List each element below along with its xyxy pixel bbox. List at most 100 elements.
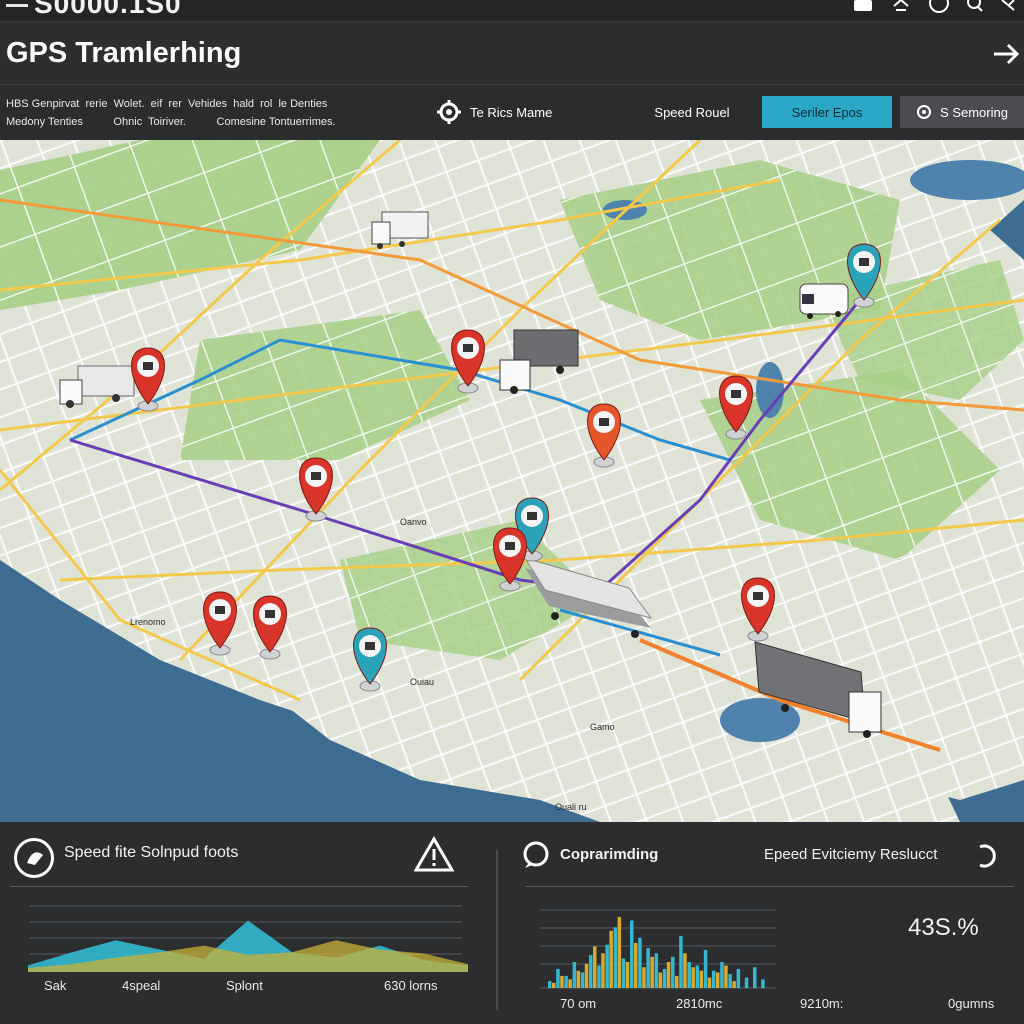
scan-button[interactable]: S Semoring bbox=[900, 96, 1024, 128]
bar-mark bbox=[712, 970, 716, 988]
speed-label: Speed Rouel bbox=[654, 104, 730, 120]
bar-mark bbox=[634, 942, 638, 988]
target-icon bbox=[917, 105, 932, 119]
top-icon-group bbox=[852, 0, 1018, 14]
x-tick-label: 4speal bbox=[122, 978, 161, 993]
panel-divider bbox=[526, 886, 1014, 887]
settings-icon[interactable] bbox=[890, 0, 912, 14]
eye-icon bbox=[527, 512, 537, 520]
bar-mark bbox=[687, 962, 691, 988]
x-tick-label: 9210m: bbox=[800, 996, 844, 1011]
compass-icon[interactable] bbox=[928, 0, 950, 14]
rules-button[interactable]: Te Rics Mame bbox=[436, 96, 586, 128]
bar-mark bbox=[699, 970, 704, 988]
bar-mark bbox=[617, 916, 622, 988]
x-tick-label: 70 om bbox=[560, 996, 597, 1011]
close-icon[interactable] bbox=[1000, 0, 1018, 14]
bar-mark bbox=[568, 979, 572, 988]
eye-icon bbox=[143, 362, 153, 370]
person-icon bbox=[265, 610, 275, 618]
bottom-dashboard: Speed fite Solnpud foots Sak 4speal Splo… bbox=[0, 822, 1024, 1024]
map-canvas[interactable]: Ouali ru Gamo Ouiau Oanvo Lrenomo bbox=[0, 140, 1024, 822]
save-icon[interactable] bbox=[852, 0, 874, 14]
street-label: Lrenomo bbox=[130, 617, 166, 627]
mail-icon bbox=[859, 258, 869, 266]
bar-mark bbox=[609, 930, 613, 988]
top-title: S0000.1S0 bbox=[34, 0, 182, 19]
bar-mark bbox=[593, 946, 597, 988]
bar-mark bbox=[761, 979, 765, 988]
street-label: Ouali ru bbox=[555, 802, 587, 812]
bar-mark bbox=[736, 968, 741, 988]
bar-mark bbox=[605, 944, 609, 988]
bar-mark bbox=[621, 958, 626, 988]
earlier-label: Seriler Epos bbox=[791, 104, 863, 120]
efficiency-bar-chart bbox=[540, 909, 776, 989]
bar-mark bbox=[650, 956, 654, 988]
bar-mark bbox=[662, 968, 667, 988]
car-icon bbox=[731, 390, 741, 398]
efficiency-value: 43S.% bbox=[908, 914, 979, 941]
info-line-2: Medony Tenties Ohnic Toiriver. Comesine … bbox=[6, 116, 336, 128]
top-strip: S0000.1S0 bbox=[0, 0, 1024, 22]
bar-mark bbox=[580, 972, 585, 988]
bar-mark bbox=[576, 970, 581, 988]
bar-mark bbox=[679, 936, 683, 988]
street-label: Gamo bbox=[590, 722, 615, 732]
bar-mark bbox=[671, 956, 675, 988]
earlier-button[interactable]: Seriler Epos bbox=[762, 96, 892, 128]
x-tick-label: 630 lorns bbox=[384, 978, 438, 993]
menu-dash-icon[interactable] bbox=[6, 4, 28, 7]
efficiency-panel: Coprarimding Epeed Evitciemy Reslucct 43… bbox=[510, 822, 1024, 1024]
bar-mark bbox=[744, 977, 749, 988]
x-tick-label: Splont bbox=[226, 978, 263, 993]
lake bbox=[720, 698, 800, 742]
x-tick-label: 2810mc bbox=[676, 996, 723, 1011]
speed-area-chart bbox=[28, 905, 468, 972]
car-icon bbox=[463, 344, 473, 352]
bar-mark bbox=[560, 975, 564, 988]
mail-icon bbox=[599, 418, 609, 426]
speed-button[interactable]: Speed Rouel bbox=[636, 96, 748, 128]
refresh-icon[interactable] bbox=[972, 842, 1002, 870]
panel-divider bbox=[10, 886, 468, 887]
bar-mark bbox=[625, 962, 630, 988]
chat-icon bbox=[523, 841, 549, 868]
bag-icon bbox=[215, 606, 225, 614]
van-marker[interactable] bbox=[799, 283, 849, 319]
speed-panel: Speed fite Solnpud foots Sak 4speal Splo… bbox=[0, 822, 478, 1024]
warning-icon[interactable] bbox=[414, 836, 454, 872]
info-line-1: HBS Genpirvat rerie Wolet. eif rer Vehid… bbox=[6, 98, 328, 110]
bar-mark bbox=[638, 937, 642, 988]
map-view[interactable]: Ouali ru Gamo Ouiau Oanvo Lrenomo bbox=[0, 140, 1024, 822]
rules-label: Te Rics Mame bbox=[470, 104, 553, 120]
bar-mark bbox=[720, 962, 724, 988]
bar-mark bbox=[601, 953, 605, 988]
speedometer-icon bbox=[14, 838, 54, 878]
bar-mark bbox=[548, 981, 552, 988]
toolbar: HBS Genpirvat rerie Wolet. eif rer Vehid… bbox=[0, 86, 1024, 140]
scan-label: S Semoring bbox=[940, 104, 1008, 120]
bar-mark bbox=[584, 963, 589, 988]
street-label: Oanvo bbox=[400, 517, 427, 527]
x-tick-label: Sak bbox=[44, 978, 67, 993]
x-tick-label: 0gumns bbox=[948, 996, 995, 1011]
gear-icon bbox=[437, 100, 461, 124]
search-icon[interactable] bbox=[966, 0, 984, 14]
bar-mark bbox=[666, 962, 671, 988]
bar-mark bbox=[589, 955, 593, 988]
bar-mark bbox=[564, 975, 568, 988]
bar-mark bbox=[695, 965, 700, 988]
bar-mark bbox=[613, 927, 618, 988]
street-label: Ouiau bbox=[410, 677, 434, 687]
gear-icon bbox=[365, 642, 375, 650]
arrow-right-icon[interactable] bbox=[992, 40, 1020, 68]
bar-mark bbox=[642, 967, 646, 988]
mail-icon bbox=[311, 472, 321, 480]
person-icon bbox=[753, 592, 763, 600]
bar-mark bbox=[675, 975, 679, 988]
efficiency-subtitle: Epeed Evitciemy Reslucct bbox=[764, 846, 938, 863]
bar-mark bbox=[728, 974, 732, 988]
panel-separator bbox=[496, 850, 498, 1010]
page-title: GPS Tramlerhing bbox=[6, 37, 242, 69]
